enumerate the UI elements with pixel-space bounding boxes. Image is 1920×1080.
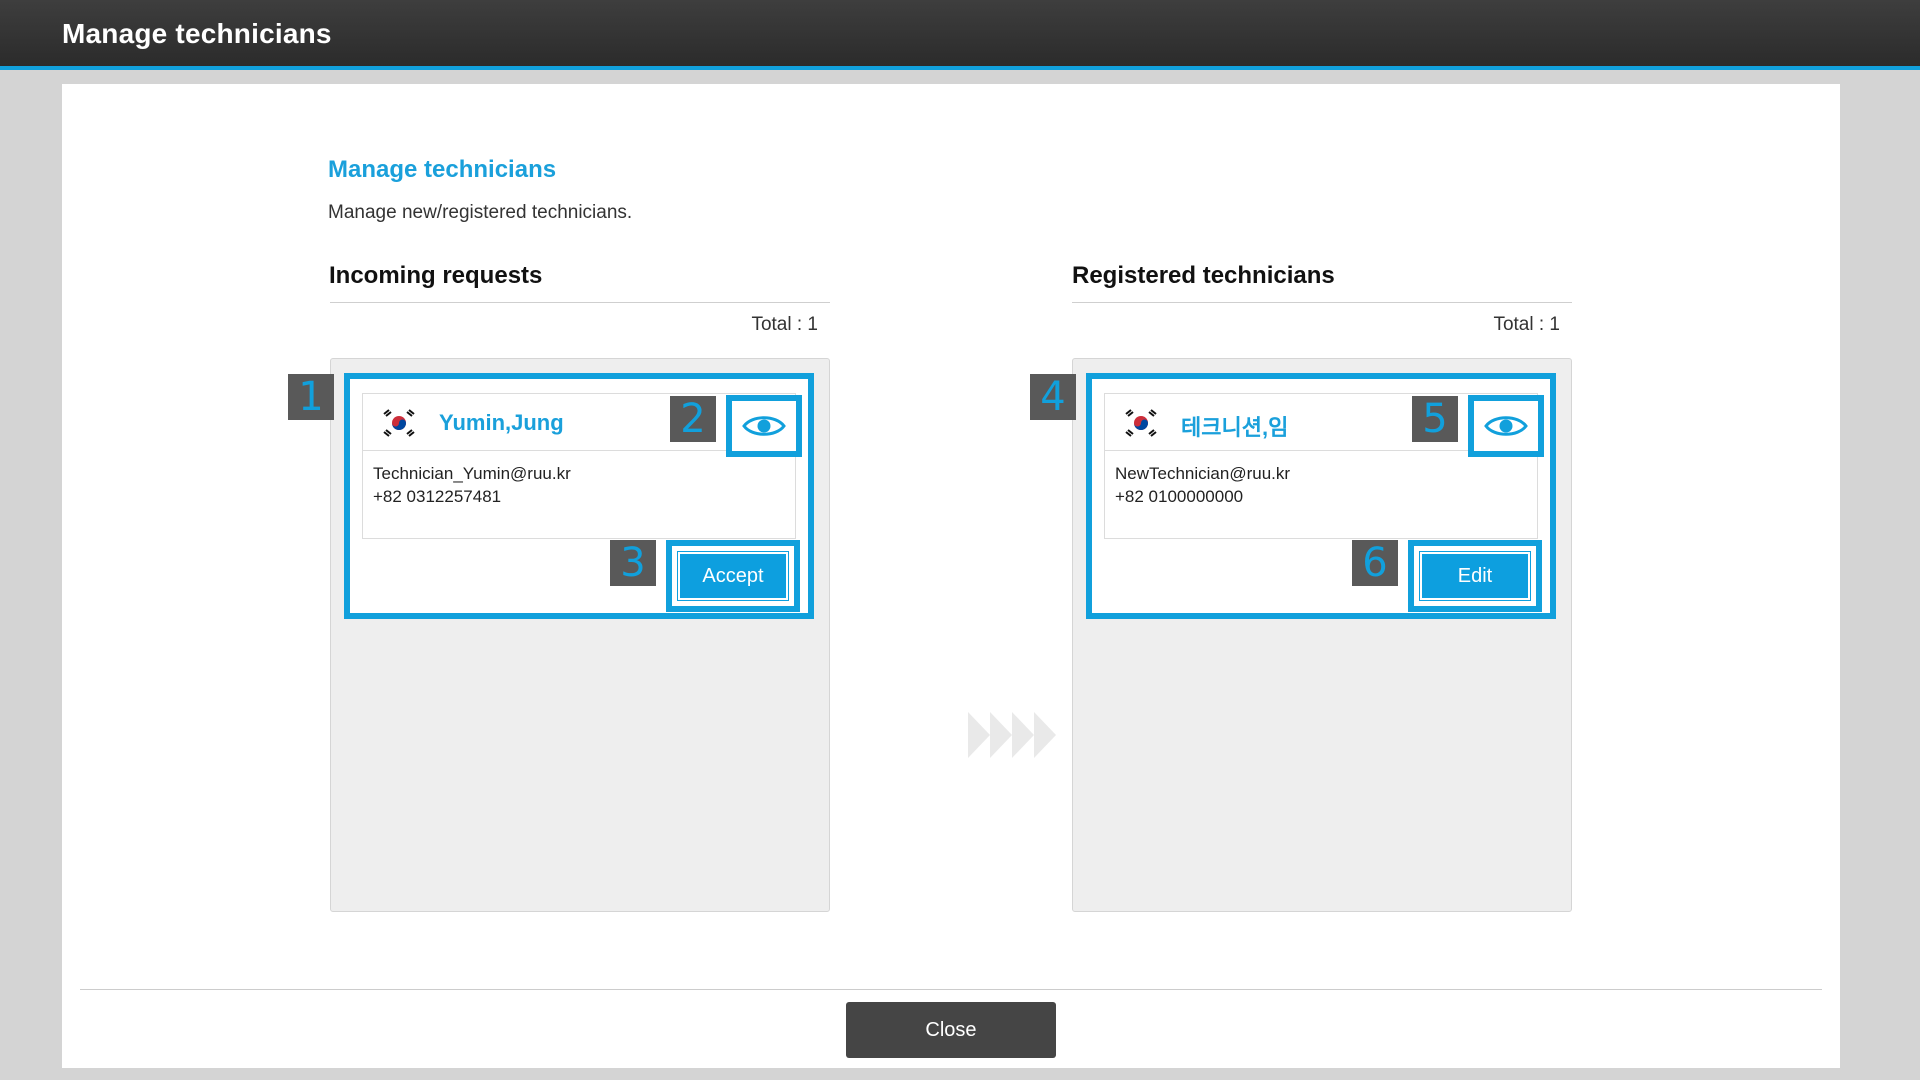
- callout-badge-3: 3: [610, 540, 656, 586]
- technician-name: 테크니션,임: [1181, 415, 1289, 440]
- main-panel: Manage technicians Manage new/registered…: [62, 84, 1840, 1068]
- registered-divider: [1072, 302, 1572, 303]
- close-button[interactable]: Close: [846, 1002, 1056, 1058]
- accept-button[interactable]: Accept: [677, 551, 789, 601]
- callout-badge-5: 5: [1412, 396, 1458, 442]
- callout-badge-1: 1: [288, 374, 334, 420]
- page-description: Manage new/registered technicians.: [328, 202, 633, 223]
- arrows-right-icon: [968, 712, 1056, 758]
- window-title: Manage technicians: [62, 18, 332, 49]
- eye-icon: [742, 416, 786, 436]
- page-title: Manage technicians: [328, 156, 557, 183]
- view-details-button[interactable]: [1468, 395, 1544, 457]
- korea-flag-icon: [381, 408, 417, 438]
- registered-total: Total : 1: [1493, 314, 1560, 335]
- edit-button-highlight: Edit: [1408, 540, 1542, 612]
- technician-email: Technician_Yumin@ruu.kr: [373, 464, 571, 483]
- technician-email: NewTechnician@ruu.kr: [1115, 464, 1291, 483]
- incoming-divider: [330, 302, 830, 303]
- edit-button[interactable]: Edit: [1419, 551, 1531, 601]
- window-title-bar: Manage technicians: [0, 0, 1920, 70]
- callout-badge-2: 2: [670, 396, 716, 442]
- callout-badge-6: 6: [1352, 540, 1398, 586]
- technician-phone: +82 0312257481: [373, 487, 502, 506]
- eye-icon: [1484, 416, 1528, 436]
- technician-name: Yumin,Jung: [439, 410, 564, 435]
- incoming-requests-title: Incoming requests: [329, 262, 543, 289]
- korea-flag-icon: [1123, 408, 1159, 438]
- incoming-total: Total : 1: [751, 314, 818, 335]
- technician-phone: +82 0100000000: [1115, 487, 1244, 506]
- footer-divider: [80, 989, 1822, 990]
- registered-technicians-title: Registered technicians: [1072, 262, 1335, 289]
- accept-button-highlight: Accept: [666, 540, 800, 612]
- callout-badge-4: 4: [1030, 374, 1076, 420]
- view-details-button[interactable]: [726, 395, 802, 457]
